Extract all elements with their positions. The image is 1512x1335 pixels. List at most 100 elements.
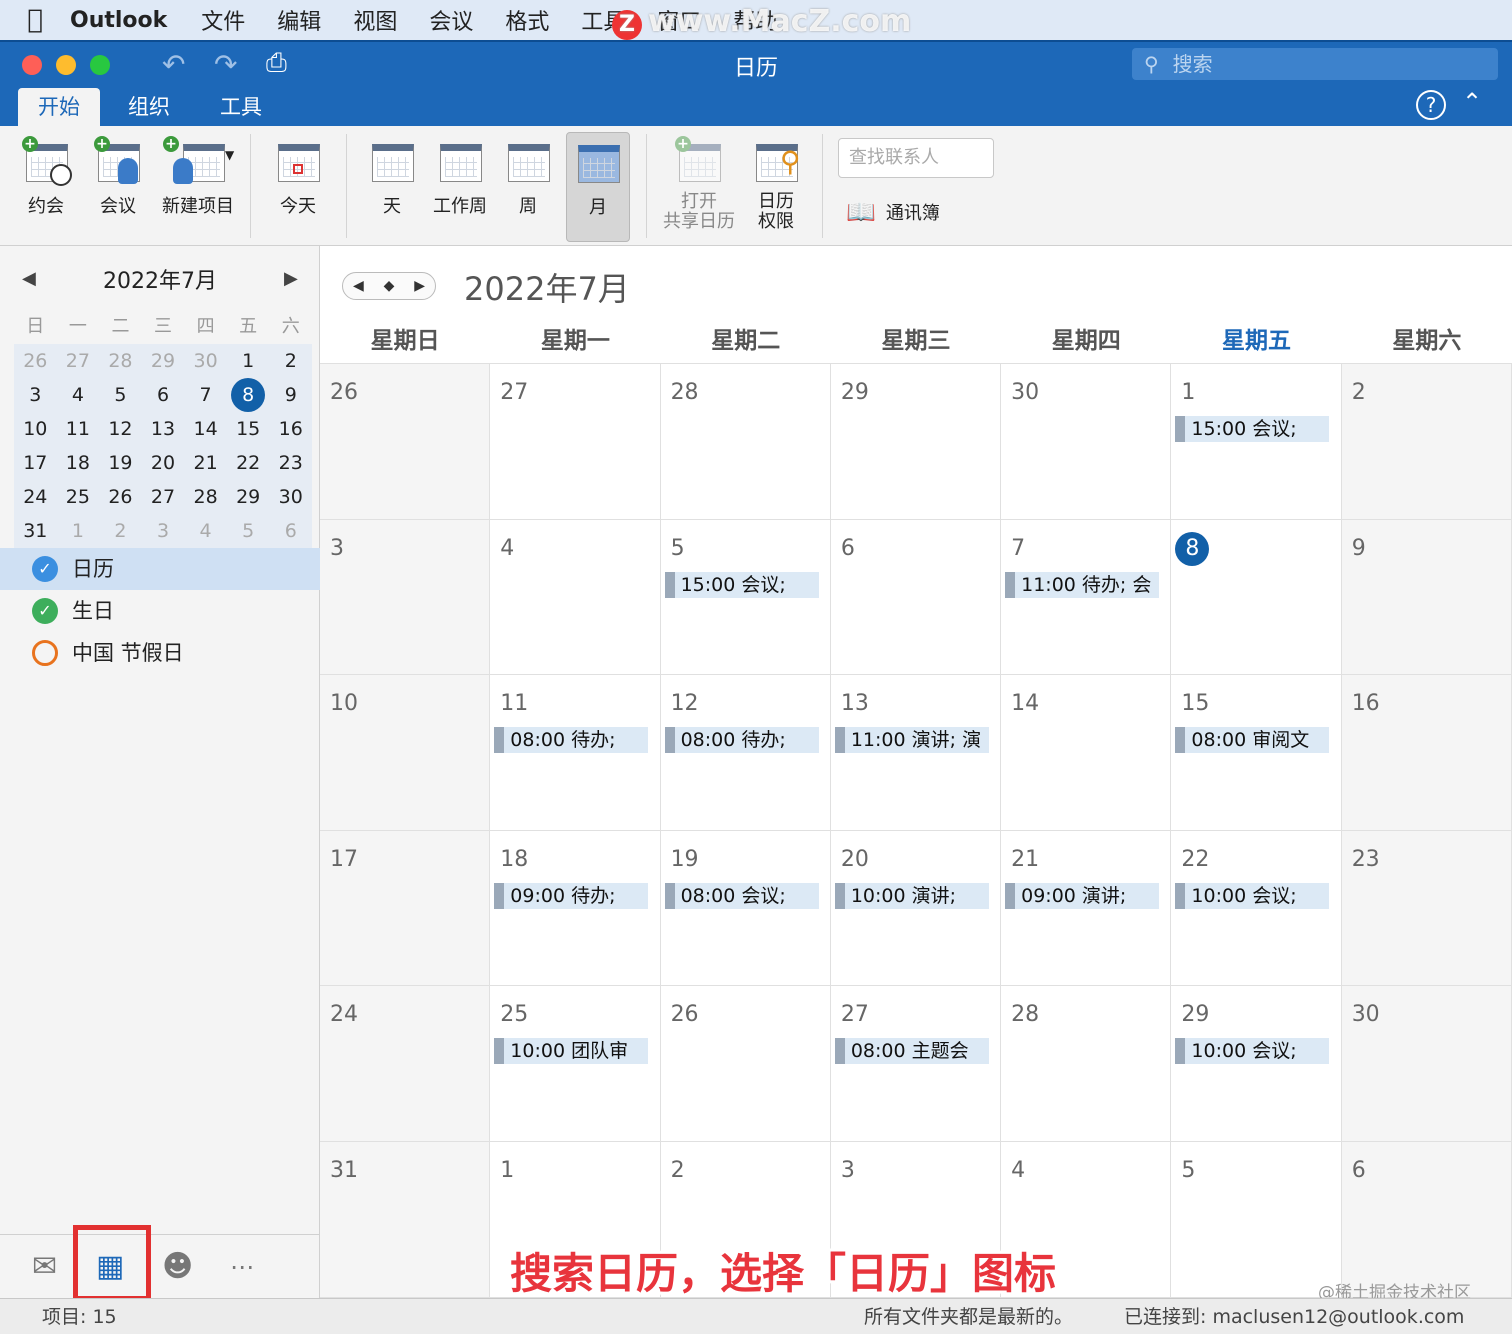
day-cell[interactable]: 10 <box>320 675 491 830</box>
day-cell[interactable]: 21 09:00 演讲; <box>1001 830 1172 986</box>
day-cell[interactable]: 1 15:00 会议; <box>1171 364 1342 519</box>
day-cell[interactable]: 5 <box>1171 1141 1342 1297</box>
view-work-week-button[interactable]: 工作周 <box>430 134 490 218</box>
mini-day[interactable]: 1 <box>227 344 270 378</box>
mini-day[interactable]: 19 <box>99 446 142 480</box>
more-icon[interactable]: ⋯ <box>230 1253 254 1281</box>
day-cell[interactable]: 1 <box>490 1141 661 1297</box>
mail-icon[interactable]: ✉ <box>32 1249 57 1284</box>
day-cell[interactable]: 30 <box>1001 364 1172 519</box>
menu-help[interactable]: 帮助 <box>733 4 777 36</box>
today-button[interactable]: 今天 <box>270 134 326 218</box>
mini-day[interactable]: 18 <box>57 446 100 480</box>
next-month-icon[interactable]: ▶ <box>414 278 425 294</box>
menu-tools[interactable]: 工具 <box>581 4 625 36</box>
day-cell[interactable]: 6 <box>1341 1141 1512 1297</box>
calendar-event[interactable]: 09:00 待办; <box>494 882 649 909</box>
day-cell[interactable]: 17 <box>320 830 491 986</box>
day-cell[interactable]: 20 10:00 演讲; <box>831 830 1002 986</box>
day-cell[interactable]: 29 10:00 会议; <box>1171 986 1342 1141</box>
day-cell[interactable]: 12 08:00 待办; <box>661 675 831 830</box>
mini-day[interactable]: 25 <box>57 480 100 514</box>
calendar-event[interactable]: 11:00 待办; 会 <box>1005 571 1160 598</box>
mini-day[interactable]: 6 <box>269 514 312 548</box>
mini-day[interactable]: 21 <box>184 446 227 480</box>
calendar-event[interactable]: 08:00 会议; <box>664 882 819 909</box>
day-cell[interactable]: 16 <box>1341 675 1512 830</box>
mini-day[interactable]: 16 <box>269 412 312 446</box>
tab-home[interactable]: 开始 <box>18 88 100 126</box>
day-cell[interactable]: 2 <box>1341 364 1512 519</box>
calendar-event[interactable]: 10:00 团队审 <box>494 1038 649 1065</box>
calendar-event[interactable]: 15:00 会议; <box>1175 416 1330 442</box>
mini-day[interactable]: 2 <box>269 344 312 378</box>
mini-day[interactable]: 17 <box>14 446 57 480</box>
day-cell[interactable]: 13 11:00 演讲; 演 <box>831 675 1002 830</box>
mini-day[interactable]: 4 <box>57 378 100 412</box>
day-cell[interactable]: 3 <box>831 1141 1002 1297</box>
day-cell[interactable]: 30 <box>1341 986 1512 1141</box>
day-cell[interactable]: 24 <box>320 986 491 1141</box>
calendar-event[interactable]: 08:00 审阅文 <box>1175 727 1330 754</box>
menu-file[interactable]: 文件 <box>201 4 245 36</box>
mini-day[interactable]: 1 <box>57 514 100 548</box>
mini-day[interactable]: 5 <box>227 514 270 548</box>
help-icon[interactable]: ? <box>1416 90 1446 120</box>
print-icon[interactable]: ⎙ <box>266 48 287 79</box>
mini-day[interactable]: 9 <box>269 378 312 412</box>
minimize-window-button[interactable] <box>56 55 76 75</box>
calendar-icon[interactable]: ▦ <box>96 1249 124 1284</box>
day-cell[interactable]: 26 <box>661 986 831 1141</box>
mini-day[interactable]: 10 <box>14 412 57 446</box>
day-cell[interactable]: 29 <box>831 364 1002 519</box>
mini-day[interactable]: 23 <box>269 446 312 480</box>
mini-day[interactable]: 3 <box>142 514 185 548</box>
calendar-event[interactable]: 15:00 会议; <box>664 571 819 598</box>
redo-icon[interactable]: ↷ <box>214 48 237 81</box>
day-cell[interactable]: 18 09:00 待办; <box>490 830 661 986</box>
mini-day[interactable]: 27 <box>142 480 185 514</box>
mini-day[interactable]: 15 <box>227 412 270 446</box>
mini-day[interactable]: 31 <box>14 514 57 548</box>
menu-meeting[interactable]: 会议 <box>429 4 473 36</box>
new-appointment-button[interactable]: + 约会 <box>18 134 74 218</box>
day-cell[interactable]: 28 <box>1001 986 1172 1141</box>
calendar-event[interactable]: 08:00 待办; <box>664 727 819 754</box>
day-cell[interactable]: 27 08:00 主题会 <box>831 986 1002 1141</box>
day-cell[interactable]: 11 08:00 待办; <box>490 675 661 830</box>
day-cell[interactable]: 28 <box>661 364 831 519</box>
day-cell[interactable]: 5 15:00 会议; <box>661 519 831 675</box>
apple-icon[interactable]:  <box>0 5 70 35</box>
unchecked-circle-icon[interactable] <box>32 640 58 666</box>
menu-format[interactable]: 格式 <box>505 4 549 36</box>
mini-day[interactable]: 14 <box>184 412 227 446</box>
menu-edit[interactable]: 编辑 <box>277 4 321 36</box>
mini-day[interactable]: 5 <box>99 378 142 412</box>
calendar-event[interactable]: 08:00 主题会 <box>834 1038 989 1065</box>
day-cell[interactable]: 31 <box>320 1141 491 1297</box>
day-cell[interactable]: 26 <box>320 364 491 519</box>
calendar-list-item[interactable]: ✓ 日历 <box>0 548 320 590</box>
day-cell[interactable]: 6 <box>831 519 1002 675</box>
mini-day[interactable]: 7 <box>184 378 227 412</box>
mini-day[interactable]: 26 <box>99 480 142 514</box>
menu-window[interactable]: 窗口 <box>657 4 701 36</box>
people-icon[interactable]: ☻ <box>162 1249 193 1284</box>
zoom-window-button[interactable] <box>90 55 110 75</box>
mini-day[interactable]: 22 <box>227 446 270 480</box>
mini-day[interactable]: 12 <box>99 412 142 446</box>
calendar-event[interactable]: 11:00 演讲; 演 <box>834 727 989 754</box>
day-cell[interactable]: 3 <box>320 519 491 675</box>
mini-day[interactable]: 27 <box>57 344 100 378</box>
close-window-button[interactable] <box>22 55 42 75</box>
day-cell[interactable]: 25 10:00 团队审 <box>490 986 661 1141</box>
mini-calendar-next-icon[interactable]: ▶ <box>284 268 298 289</box>
check-icon[interactable]: ✓ <box>32 556 58 582</box>
mini-day[interactable]: 3 <box>14 378 57 412</box>
address-book-button[interactable]: 📖 通讯簿 <box>846 198 940 226</box>
day-cell[interactable]: 4 <box>1001 1141 1172 1297</box>
mini-day[interactable]: 11 <box>57 412 100 446</box>
calendar-event[interactable]: 10:00 会议; <box>1175 1038 1330 1065</box>
day-cell[interactable]: 4 <box>490 519 661 675</box>
mini-day[interactable]: 30 <box>269 480 312 514</box>
